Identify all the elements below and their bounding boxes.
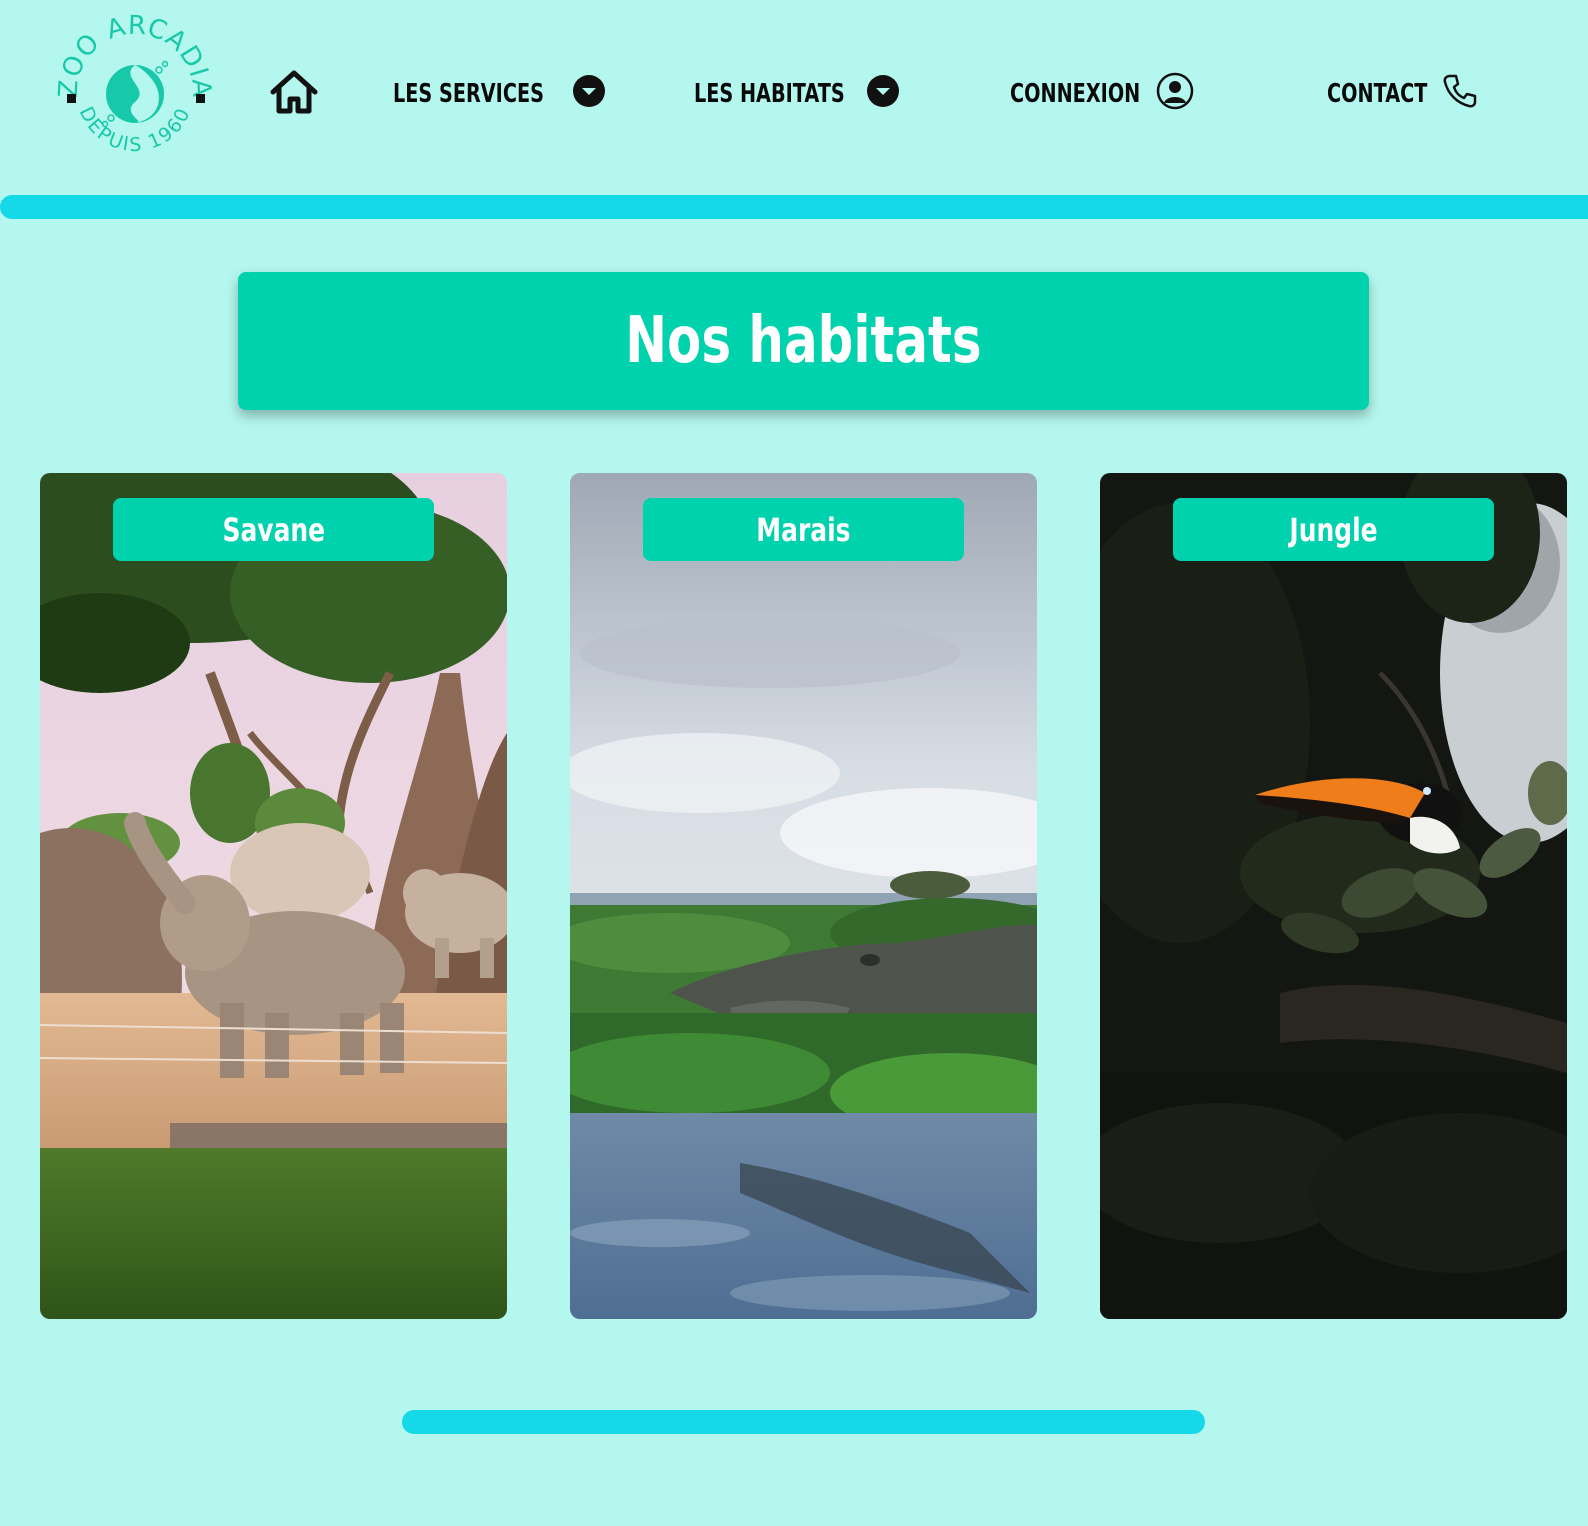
- footer-divider: [402, 1410, 1205, 1434]
- page-title: Nos habitats: [625, 304, 982, 378]
- page-title-banner: Nos habitats: [238, 272, 1369, 410]
- habitat-label-savane: Savane: [113, 498, 434, 561]
- nav-habitats-label: LES HABITATS: [694, 79, 845, 109]
- chevron-down-circle-icon: [570, 72, 608, 110]
- header-divider: [0, 195, 1588, 219]
- habitat-label-marais: Marais: [643, 498, 964, 561]
- habitat-card-savane[interactable]: Savane: [40, 473, 507, 1319]
- habitat-card-jungle[interactable]: Jungle: [1100, 473, 1567, 1319]
- crocodile-marsh-photo: [570, 473, 1037, 1319]
- nav-connexion-label: CONNEXION: [1010, 79, 1141, 109]
- habitat-label-jungle: Jungle: [1173, 498, 1494, 561]
- nav-services-label: LES SERVICES: [393, 79, 544, 109]
- zoo-logo[interactable]: ZOO ARCADIA DEPUIS 1960: [55, 12, 215, 172]
- nav-item-habitats[interactable]: LES HABITATS: [694, 72, 899, 116]
- nav-item-contact[interactable]: CONTACT: [1327, 72, 1477, 116]
- nav-item-services[interactable]: LES SERVICES: [393, 72, 605, 116]
- nav-item-connexion[interactable]: CONNEXION: [1010, 72, 1194, 116]
- habitat-name: Marais: [756, 510, 851, 549]
- home-icon: [270, 70, 318, 114]
- chevron-down-circle-icon: [864, 72, 902, 110]
- zoo-arcadia-logo-icon: ZOO ARCADIA DEPUIS 1960: [55, 12, 215, 156]
- user-circle-icon: [1156, 72, 1194, 110]
- site-header: ZOO ARCADIA DEPUIS 1960 LES SERVICES LES…: [0, 0, 1588, 190]
- toucan-jungle-photo: [1100, 473, 1567, 1319]
- home-link[interactable]: [266, 64, 322, 120]
- elephants-savanna-photo: [40, 473, 507, 1319]
- nav-contact-label: CONTACT: [1327, 79, 1428, 109]
- habitat-name: Jungle: [1289, 510, 1378, 549]
- habitat-name: Savane: [222, 510, 325, 549]
- habitat-card-marais[interactable]: Marais: [570, 473, 1037, 1319]
- phone-icon: [1441, 72, 1479, 110]
